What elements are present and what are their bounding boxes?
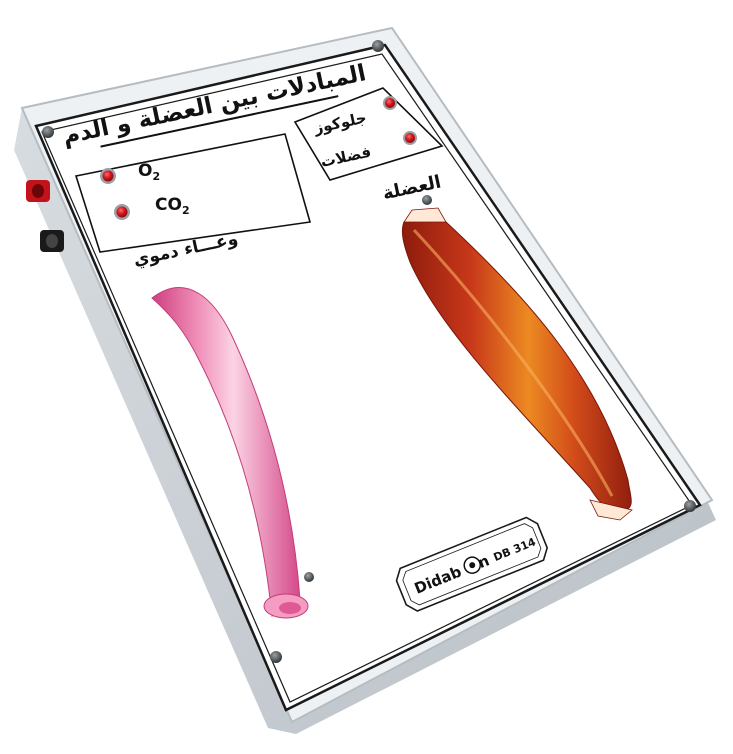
screw-icon: [422, 195, 432, 205]
screw-icon: [42, 126, 54, 138]
led-waste: [403, 131, 417, 145]
screw-icon: [270, 651, 282, 663]
screw-icon: [684, 500, 696, 512]
terminal-red[interactable]: [26, 180, 50, 202]
didactic-board: المبادلات بين العضلة و الدم جلوكوز فضلات…: [14, 26, 716, 734]
screw-icon: [304, 572, 314, 582]
screw-icon: [372, 40, 384, 52]
led-co2: [114, 204, 130, 220]
led-o2: [100, 168, 116, 184]
terminal-black[interactable]: [40, 230, 64, 252]
led-glucose: [383, 96, 397, 110]
